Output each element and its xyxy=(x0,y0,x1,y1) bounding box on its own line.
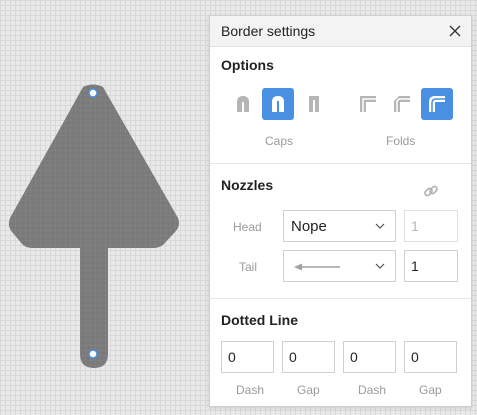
head-select-value: Nope xyxy=(291,218,327,235)
tail-select[interactable] xyxy=(283,250,396,282)
chevron-down-icon xyxy=(375,263,385,269)
dash-1-label: Dash xyxy=(236,383,265,397)
arrow-left-icon xyxy=(294,263,340,271)
head-label: Head xyxy=(233,220,262,234)
tail-label: Tail xyxy=(239,260,258,274)
close-icon xyxy=(449,25,461,37)
options-title: Options xyxy=(221,57,274,73)
link-button[interactable] xyxy=(419,179,443,203)
end-handle[interactable] xyxy=(88,349,98,359)
border-shape[interactable] xyxy=(8,84,179,369)
fold-miter-button[interactable] xyxy=(352,88,384,120)
gap-1-label: Gap xyxy=(297,383,320,397)
gap-1-input[interactable] xyxy=(282,341,335,373)
cap-round-button[interactable] xyxy=(262,88,294,120)
chevron-down-icon xyxy=(375,223,385,229)
link-icon xyxy=(424,185,438,197)
drawing-canvas[interactable] xyxy=(0,0,209,415)
border-settings-panel: Border settings Options Caps Folds Nozzl… xyxy=(209,15,472,407)
head-select[interactable]: Nope xyxy=(283,210,396,242)
fold-bevel-icon xyxy=(394,96,410,112)
dash-2-input[interactable] xyxy=(343,341,396,373)
fold-round-icon xyxy=(429,96,445,112)
panel-header: Border settings xyxy=(210,16,471,47)
divider xyxy=(210,298,471,299)
start-handle[interactable] xyxy=(88,88,98,98)
cap-round-icon xyxy=(272,96,284,112)
fold-round-button[interactable] xyxy=(421,88,453,120)
folds-label: Folds xyxy=(386,134,416,148)
gap-2-label: Gap xyxy=(419,383,442,397)
divider xyxy=(210,163,471,164)
fold-bevel-button[interactable] xyxy=(386,88,418,120)
caps-label: Caps xyxy=(265,134,294,148)
tail-size-input[interactable] xyxy=(404,250,458,282)
shape-svg xyxy=(8,84,179,369)
nozzles-title: Nozzles xyxy=(221,177,274,193)
fold-miter-icon xyxy=(360,96,376,112)
dash-2-label: Dash xyxy=(358,383,387,397)
head-size-input[interactable] xyxy=(404,210,458,242)
dash-1-input[interactable] xyxy=(221,341,274,373)
dotted-line-title: Dotted Line xyxy=(221,312,298,328)
close-button[interactable] xyxy=(443,19,467,43)
gap-2-input[interactable] xyxy=(404,341,457,373)
cap-round-outer-button[interactable] xyxy=(227,88,259,120)
panel-title: Border settings xyxy=(221,23,316,39)
cap-round-outer-icon xyxy=(237,96,249,112)
cap-square-icon xyxy=(309,96,319,112)
cap-square-button[interactable] xyxy=(298,88,330,120)
